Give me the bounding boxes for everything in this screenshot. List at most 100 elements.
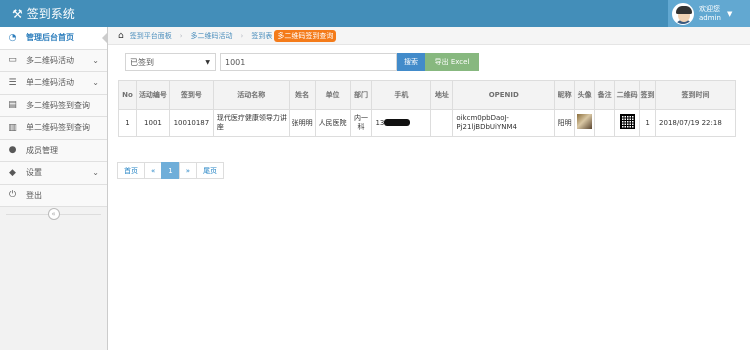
user-menu[interactable]: 欢迎您 admin ▼ <box>668 0 750 27</box>
sidebar-item-label: 登出 <box>26 190 42 200</box>
column-header: 二维码 <box>614 80 641 110</box>
pager-last[interactable]: 尾页 <box>196 162 225 179</box>
cell-activity-id: 1001 <box>135 109 170 137</box>
breadcrumb: ⌂ 签到平台面板 › 多二维码活动 › 签到表 多二维码签到查询 <box>108 27 750 45</box>
cell-no: 1 <box>118 109 137 137</box>
sidebar-item-label: 单二维码签到查询 <box>26 123 90 133</box>
column-header: 签到时间 <box>655 80 736 110</box>
dashboard-icon: ◔ <box>8 32 17 43</box>
status-select-value: 已签到 <box>130 57 154 67</box>
cell-activity-name: 现代医疗健康领导力讲座 <box>212 109 290 137</box>
qr-code-icon[interactable] <box>619 114 635 129</box>
cell-avatar <box>574 109 596 137</box>
cell-remark <box>594 109 616 137</box>
column-header: 活动名称 <box>212 80 290 110</box>
sidebar-item-label: 成员管理 <box>26 145 58 155</box>
cell-openid: oikcm0pbDaoJ-Pj21ljBDbUiYNM4 <box>452 109 556 137</box>
breadcrumb-home[interactable]: 签到平台面板 <box>130 31 172 41</box>
breadcrumb-separator-icon: › <box>179 31 183 40</box>
pager-page[interactable]: 1 <box>161 162 180 179</box>
chevron-down-icon: ⌄ <box>92 168 99 178</box>
sidebar-item-label: 单二维码活动 <box>26 78 74 88</box>
status-select[interactable]: 已签到 ▼ <box>125 53 216 71</box>
power-icon: ⏻ <box>8 190 17 201</box>
column-header: 签到 <box>639 80 657 110</box>
cell-nickname: 阳明 <box>554 109 576 137</box>
app-brand[interactable]: ⚒ 签到系统 <box>12 5 75 22</box>
signin-table: No 活动编号 签到号 活动名称 姓名 单位 部门 手机 地址 OPENID 昵… <box>118 80 736 137</box>
breadcrumb-level3[interactable]: 签到表 <box>251 31 272 41</box>
list-icon: ☰ <box>8 77 17 88</box>
app-title: 签到系统 <box>26 7 75 21</box>
tag-icon: ◆ <box>9 167 16 178</box>
top-navbar: ⚒ 签到系统 欢迎您 admin ▼ <box>0 0 750 27</box>
sidebar-collapse: « <box>0 207 107 221</box>
sidebar-item-members[interactable]: ● 成员管理 <box>0 139 107 162</box>
sidebar-item-settings[interactable]: ◆ 设置 ⌄ <box>0 162 107 185</box>
avatar <box>672 2 694 25</box>
cell-time: 2018/07/19 22:18 <box>655 109 736 137</box>
filter-bar: 已签到 ▼ 1001 搜索 导出 Excel <box>125 53 479 71</box>
column-header: 手机 <box>371 80 432 110</box>
pager-next[interactable]: » <box>178 162 198 179</box>
pager-first[interactable]: 首页 <box>117 162 145 179</box>
column-header: 活动编号 <box>135 80 170 110</box>
sidebar-item-logout[interactable]: ⏻ 登出 <box>0 184 107 207</box>
breadcrumb-level2[interactable]: 多二维码活动 <box>191 31 233 41</box>
cell-address <box>430 109 454 137</box>
cell-unit: 人民医院 <box>314 109 351 137</box>
column-header: OPENID <box>452 80 556 110</box>
column-header: No <box>118 80 137 110</box>
table-row: 1 1001 10010187 现代医疗健康领导力讲座 张明明 人民医院 内一科… <box>118 109 736 137</box>
sidebar-item-single-qr-query[interactable]: ▥ 单二维码签到查询 <box>0 117 107 140</box>
cell-name: 张明明 <box>288 109 316 137</box>
sidebar-item-label: 管理后台首页 <box>26 33 74 43</box>
logo-icon: ⚒ <box>12 6 23 21</box>
chevron-down-icon: ⌄ <box>92 78 99 88</box>
search-input-value: 1001 <box>225 57 246 67</box>
column-header: 签到号 <box>168 80 214 110</box>
redaction-mask <box>384 119 411 126</box>
sidebar-item-label: 多二维码活动 <box>26 55 74 65</box>
column-header: 地址 <box>430 80 454 110</box>
breadcrumb-separator-icon: › <box>240 31 244 40</box>
desktop-icon: ▭ <box>8 55 17 66</box>
column-header: 姓名 <box>288 80 316 110</box>
caret-down-icon: ▼ <box>205 58 210 66</box>
column-header: 单位 <box>314 80 351 110</box>
list-alt-icon: ▤ <box>8 100 17 111</box>
pager-prev[interactable]: « <box>144 162 163 179</box>
double-chevron-left-icon[interactable]: « <box>47 208 60 220</box>
column-header: 头像 <box>574 80 596 110</box>
column-header: 昵称 <box>554 80 576 110</box>
caret-down-icon: ▼ <box>726 9 733 18</box>
sidebar-item-multi-qr-activity[interactable]: ▭ 多二维码活动 ⌄ <box>0 49 107 72</box>
sidebar-item-label: 多二维码签到查询 <box>26 100 90 110</box>
sidebar-item-dashboard[interactable]: ◔ 管理后台首页 <box>0 27 108 50</box>
cell-qrcode <box>614 109 641 137</box>
breadcrumb-current: 多二维码签到查询 <box>274 29 337 42</box>
bar-chart-icon: ▥ <box>8 122 17 133</box>
cell-signed: 1 <box>639 109 657 137</box>
table-header-row: No 活动编号 签到号 活动名称 姓名 单位 部门 手机 地址 OPENID 昵… <box>118 80 736 110</box>
sidebar-item-multi-qr-query[interactable]: ▤ 多二维码签到查询 <box>0 94 107 117</box>
user-icon: ● <box>8 145 17 156</box>
user-greeting: 欢迎您 <box>699 4 720 13</box>
column-header: 备注 <box>594 80 616 110</box>
cell-dept: 内一科 <box>349 109 373 137</box>
cell-signin-no: 10010187 <box>168 109 214 137</box>
search-input[interactable]: 1001 <box>220 53 397 71</box>
sidebar-item-single-qr-activity[interactable]: ☰ 单二维码活动 ⌄ <box>0 72 107 95</box>
column-header: 部门 <box>349 80 373 110</box>
sidebar: ◔ 管理后台首页 ▭ 多二维码活动 ⌄ ☰ 单二维码活动 ⌄ ▤ 多二维码签到查… <box>0 27 108 350</box>
pagination: 首页 « 1 » 尾页 <box>117 162 225 179</box>
phone-prefix: 13 <box>375 118 385 127</box>
sidebar-item-label: 设置 <box>26 168 42 178</box>
cell-phone: 13 <box>371 109 432 137</box>
user-name: admin <box>699 13 721 22</box>
avatar-thumbnail[interactable] <box>577 114 593 129</box>
search-button[interactable]: 搜索 <box>397 53 425 71</box>
export-excel-button[interactable]: 导出 Excel <box>425 53 479 71</box>
home-icon[interactable]: ⌂ <box>118 31 124 41</box>
chevron-down-icon: ⌄ <box>92 55 99 65</box>
